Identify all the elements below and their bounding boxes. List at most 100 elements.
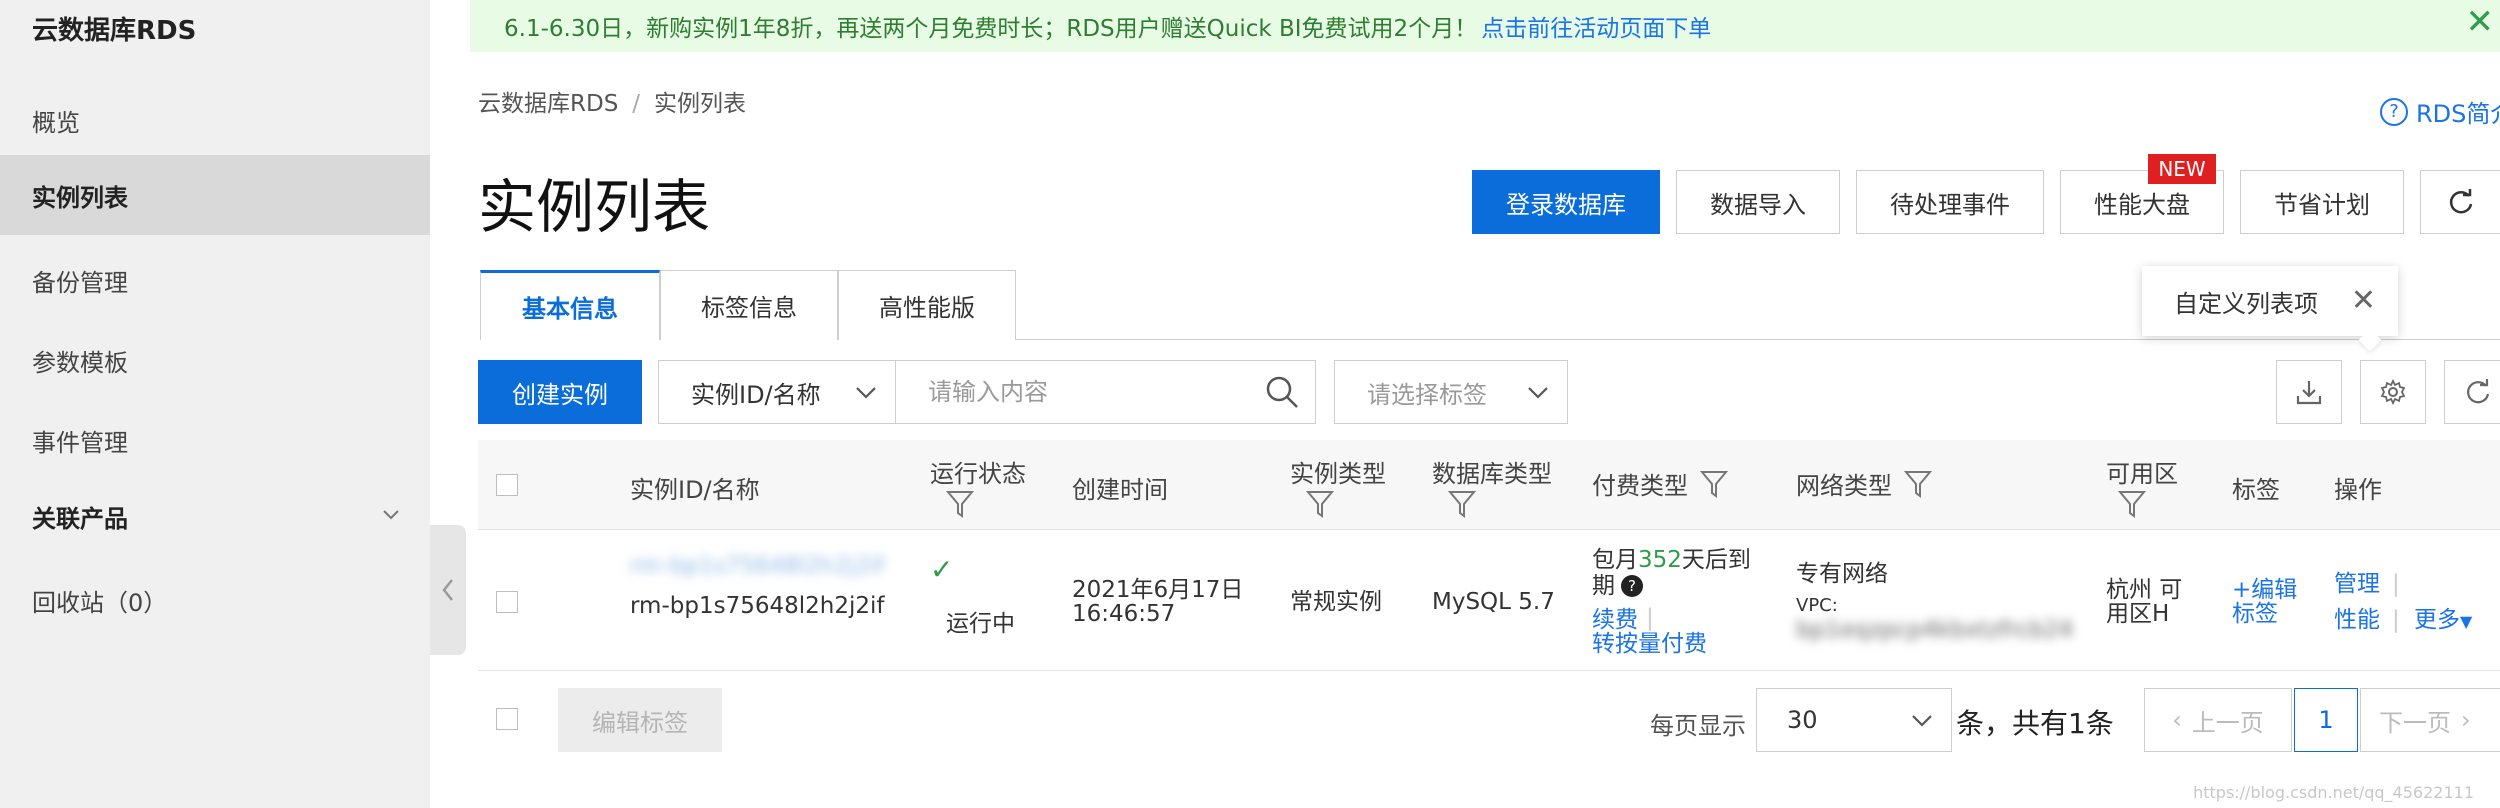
breadcrumb-root[interactable]: 云数据库RDS — [478, 91, 618, 117]
new-badge: NEW — [2148, 154, 2216, 184]
sidebar-collapse-handle[interactable] — [430, 525, 466, 655]
tag-select-placeholder: 请选择标签 — [1367, 380, 1487, 409]
to-pay-as-you-go-link[interactable]: 转按量付费 — [1592, 631, 1707, 657]
search-field-value: 实例ID/名称 — [691, 380, 821, 409]
col-header-network[interactable]: 网络类型 — [1796, 466, 1932, 501]
table-refresh-button[interactable] — [2444, 360, 2500, 424]
col-header-type-label: 实例类型 — [1290, 460, 1386, 488]
col-header-billing[interactable]: 付费类型 — [1592, 466, 1728, 501]
sidebar-item-events[interactable]: 事件管理 — [0, 400, 430, 480]
status-text: 运行中 — [946, 611, 1015, 637]
edit-tags-link[interactable]: +编辑 — [2232, 577, 2297, 603]
chevron-down-icon — [1912, 715, 1932, 727]
action-divider: | — [2392, 607, 2400, 633]
col-header-db-type[interactable]: 数据库类型 — [1432, 454, 1552, 519]
total-count: 条，共有1条 — [1956, 707, 2114, 740]
sidebar-item-recycle-bin[interactable]: 回收站（0） — [0, 560, 430, 640]
performance-link[interactable]: 性能 — [2334, 607, 2380, 633]
select-all-checkbox[interactable] — [496, 474, 518, 496]
sidebar-item-instances[interactable]: 实例列表 — [0, 155, 430, 235]
filter-icon[interactable] — [1448, 489, 1476, 519]
help-icon: ? — [2380, 97, 2408, 126]
manage-link[interactable]: 管理 — [2334, 571, 2380, 597]
filter-icon[interactable] — [1306, 489, 1334, 519]
download-button[interactable] — [2276, 360, 2342, 424]
filter-icon[interactable] — [1700, 469, 1728, 499]
sidebar-item-label: 备份管理 — [32, 268, 128, 297]
tab-tag-info[interactable]: 标签信息 — [660, 270, 838, 340]
row-checkbox[interactable] — [496, 591, 518, 613]
rds-intro-link[interactable]: ? RDS简介 — [2380, 94, 2500, 129]
edit-tags-link-line2[interactable]: 标签 — [2232, 601, 2278, 627]
billing-line2: 期 — [1592, 573, 1615, 599]
search-field-select[interactable]: 实例ID/名称 — [658, 360, 896, 424]
data-import-button[interactable]: 数据导入 — [1676, 170, 1840, 234]
per-page-label: 每页显示 — [1650, 712, 1746, 740]
saving-plan-button[interactable]: 节省计划 — [2240, 170, 2404, 234]
db-type: MySQL 5.7 — [1432, 589, 1555, 615]
page-title: 实例列表 — [478, 173, 711, 241]
pending-events-button[interactable]: 待处理事件 — [1856, 170, 2044, 234]
page-size-select[interactable]: 30 — [1756, 688, 1952, 752]
promo-banner: 6.1-6.30日，新购实例1年8折，再送两个月免费时长；RDS用户赠送Quic… — [470, 0, 2500, 52]
batch-edit-tags-button[interactable]: 编辑标签 — [558, 688, 722, 752]
filter-icon[interactable] — [2118, 489, 2146, 519]
col-header-actions: 操作 — [2334, 476, 2382, 504]
zone-line2: 用区H — [2106, 601, 2170, 627]
customize-columns-tooltip: 自定义列表项 ✕ — [2142, 266, 2398, 336]
sidebar-item-backup[interactable]: 备份管理 — [0, 240, 430, 320]
col-header-status[interactable]: 运行状态 — [930, 454, 1026, 519]
billing-info-line2: 期 ? — [1592, 573, 1643, 599]
column-settings-button[interactable] — [2360, 360, 2426, 424]
refresh-icon — [2449, 189, 2472, 214]
tab-high-performance[interactable]: 高性能版 — [838, 270, 1016, 340]
col-header-created: 创建时间 — [1072, 476, 1168, 504]
search-input[interactable] — [896, 360, 1316, 424]
sidebar-item-label: 回收站（0） — [32, 588, 168, 617]
sidebar-group-related-products[interactable]: 关联产品 — [0, 476, 430, 556]
page-size-value: 30 — [1787, 706, 1818, 734]
sidebar-item-label: 事件管理 — [32, 428, 128, 457]
vpc-label: VPC: — [1796, 595, 1838, 616]
download-icon — [2296, 381, 2322, 405]
prev-page-button[interactable]: ‹ 上一页 — [2144, 688, 2292, 752]
billing-info: 包月352天后到 — [1592, 547, 1751, 573]
refresh-button[interactable] — [2420, 170, 2500, 234]
sidebar-item-param-templates[interactable]: 参数模板 — [0, 320, 430, 400]
create-instance-button[interactable]: 创建实例 — [478, 360, 642, 424]
caret-down-icon: ▼ — [2460, 612, 2473, 631]
tab-basic-info[interactable]: 基本信息 — [480, 270, 660, 340]
sidebar-item-overview[interactable]: 概览 — [0, 80, 430, 160]
instance-name[interactable]: rm-bp1s75648l2h2j2if — [630, 553, 884, 579]
chevron-down-icon — [1528, 387, 1548, 399]
banner-text: 6.1-6.30日，新购实例1年8折，再送两个月免费时长；RDS用户赠送Quic… — [504, 16, 1478, 42]
close-icon[interactable]: ✕ — [2466, 2, 2495, 42]
created-time: 16:46:57 — [1072, 601, 1176, 627]
watermark: https://blog.csdn.net/qq_45622111 — [2193, 783, 2474, 802]
search-icon[interactable] — [1264, 374, 1300, 410]
filter-icon[interactable] — [1904, 469, 1932, 499]
page-number-button[interactable]: 1 — [2294, 688, 2358, 752]
sidebar-item-label: 实例列表 — [32, 183, 128, 212]
vpc-id: bp1eqzpcp4kbxtzfrcb24 — [1796, 617, 2074, 643]
next-page-button[interactable]: 下一页 › — [2360, 688, 2500, 752]
chevron-down-icon — [856, 387, 876, 399]
banner-link[interactable]: 点击前往活动页面下单 — [1481, 9, 1711, 43]
sidebar-item-label: 概览 — [32, 108, 80, 137]
table-header: 实例ID/名称 运行状态 创建时间 实例类型 数据库类型 付费类型 网络类型 可… — [478, 440, 2500, 530]
zone-line1: 杭州 可 — [2106, 577, 2183, 603]
table-row: rm-bp1s75648l2h2j2if rm-bp1s75648l2h2j2i… — [478, 531, 2500, 671]
login-db-button[interactable]: 登录数据库 — [1472, 170, 1660, 234]
footer-select-all-checkbox[interactable] — [496, 708, 518, 730]
breadcrumb-current: 实例列表 — [654, 91, 747, 117]
col-header-type[interactable]: 实例类型 — [1290, 454, 1386, 519]
renew-link[interactable]: 续费 — [1592, 607, 1638, 633]
tag-select[interactable]: 请选择标签 — [1334, 360, 1568, 424]
more-actions-link[interactable]: 更多▼ — [2414, 607, 2472, 635]
instance-type: 常规实例 — [1290, 589, 1382, 615]
filter-icon[interactable] — [946, 489, 974, 519]
refresh-icon — [2466, 379, 2489, 404]
col-header-zone[interactable]: 可用区 — [2106, 454, 2178, 519]
close-icon[interactable]: ✕ — [2351, 284, 2376, 318]
help-icon[interactable]: ? — [1621, 575, 1643, 597]
